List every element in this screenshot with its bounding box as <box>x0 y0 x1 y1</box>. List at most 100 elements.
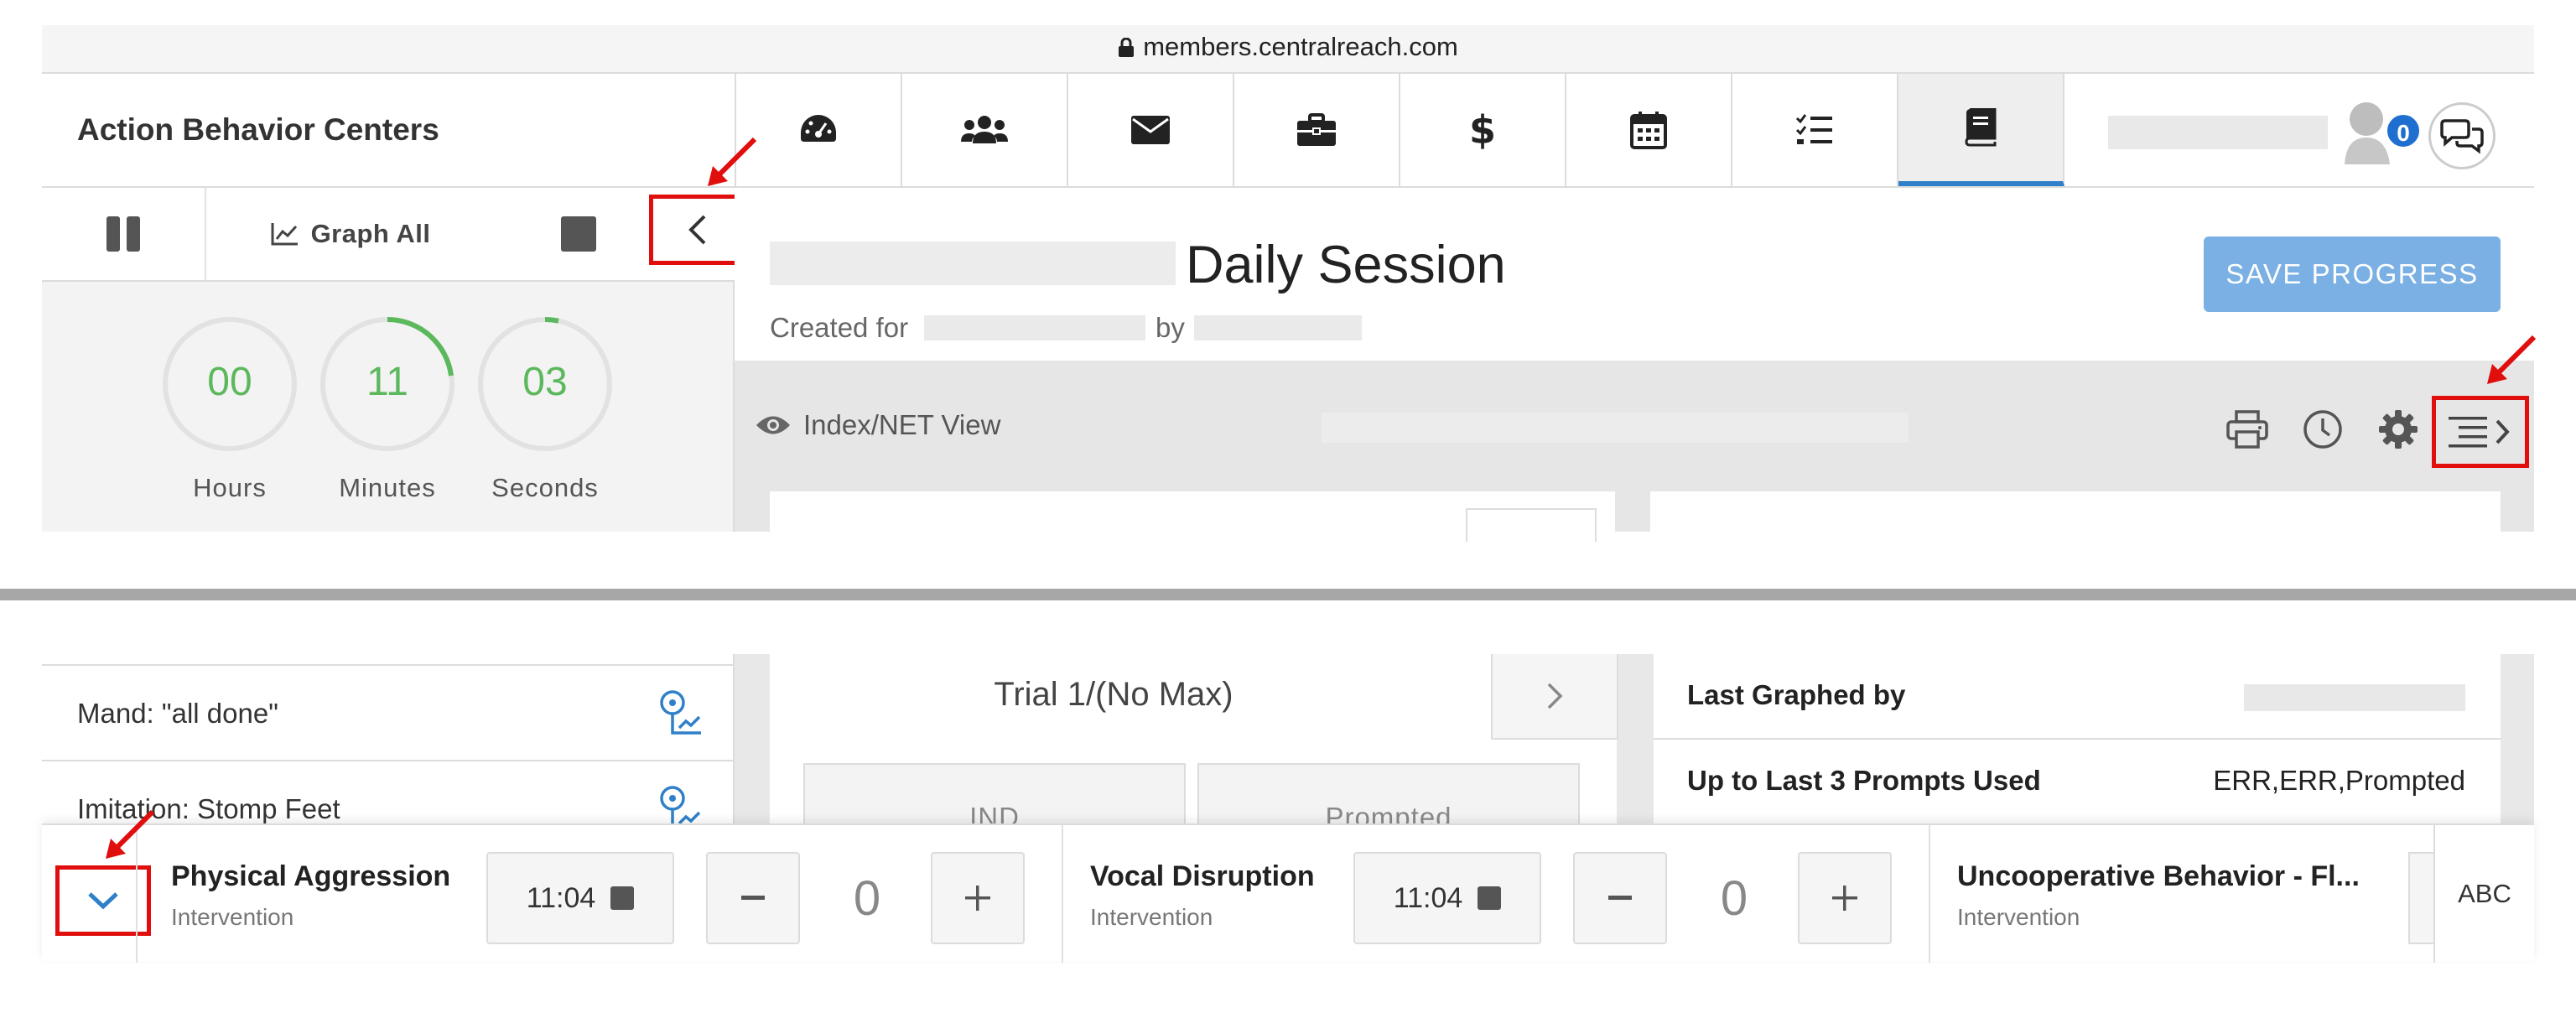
last-graphed-redacted <box>2244 684 2465 711</box>
nav-tab-billing[interactable]: $ <box>1400 74 1566 186</box>
chevron-left-icon <box>688 215 706 245</box>
behavior-type: Intervention <box>1090 904 1213 930</box>
view-mode-toggle[interactable]: Index/NET View <box>755 409 1000 441</box>
notification-badge[interactable]: 0 <box>2385 112 2422 149</box>
stop-icon <box>610 886 635 910</box>
plus-icon <box>1832 886 1857 911</box>
increment-button[interactable] <box>931 852 1025 944</box>
decrement-button[interactable] <box>706 852 800 944</box>
abc-button[interactable]: ABC <box>2433 825 2534 963</box>
info-row: Up to Last 3 Prompts Used ERR,ERR,Prompt… <box>1654 738 2501 827</box>
stop-icon <box>1478 886 1502 910</box>
stop-icon <box>561 216 596 252</box>
nav-tab-messages[interactable] <box>1068 74 1234 186</box>
behavior-count: 0 <box>1720 871 1748 926</box>
behavior-info: Vocal Disruption Intervention <box>1090 825 1342 963</box>
session-title: Daily Session <box>1186 236 1506 294</box>
behavior-timer-button[interactable]: 11:04 <box>1353 852 1541 944</box>
session-timer-panel: Graph All 00 Hours 11 Minutes 03 Seconds <box>42 188 746 532</box>
behavior-info: Physical Aggression Intervention <box>171 825 450 963</box>
hours-label: Hours <box>193 473 267 502</box>
behavior-name: Vocal Disruption <box>1090 860 1315 892</box>
clock-icon <box>2303 410 2342 449</box>
print-button[interactable] <box>2222 404 2272 455</box>
behavior-timer-button[interactable] <box>2408 852 2433 944</box>
annotation-arrow <box>2487 335 2537 384</box>
target-card-button[interactable] <box>1466 508 1597 542</box>
plus-icon <box>965 886 990 911</box>
org-title: Action Behavior Centers <box>77 112 439 147</box>
behavior-timer-button[interactable]: 11:04 <box>486 852 674 944</box>
behavior-name: Uncooperative Behavior - Fl... <box>1957 860 2360 892</box>
eye-icon <box>756 416 790 434</box>
behavior-info: Uncooperative Behavior - Fl... Intervent… <box>1957 825 2393 963</box>
seconds-label: Seconds <box>491 473 599 502</box>
timer-seconds: 03 <box>522 360 568 404</box>
main-nav: $ <box>735 74 2064 186</box>
created-for-redacted <box>924 315 1145 340</box>
trial-area: Trial 1/(No Max) IND Prompted <box>735 654 1618 844</box>
annotation-arrow <box>106 809 155 859</box>
chevron-right-icon <box>1547 683 1563 709</box>
outline-panel-toggle-button[interactable] <box>2432 396 2529 468</box>
behavior-type: Intervention <box>1957 904 2080 930</box>
divider <box>1929 825 1930 963</box>
created-for-label: Created for <box>770 312 909 343</box>
target-row[interactable]: Mand: "all done" <box>42 664 735 760</box>
minus-icon <box>1608 896 1632 900</box>
lock-icon <box>1119 38 1135 57</box>
created-by-redacted <box>1194 315 1362 340</box>
decrement-button[interactable] <box>1573 852 1667 944</box>
save-progress-button[interactable]: SAVE PROGRESS <box>2204 236 2501 312</box>
book-icon <box>1965 108 1997 147</box>
nav-tab-library[interactable] <box>1898 74 2064 186</box>
view-info-redacted <box>1322 413 1909 443</box>
info-key: Last Graphed by <box>1687 679 1906 710</box>
history-button[interactable] <box>2298 404 2348 455</box>
dashboard-icon <box>801 115 836 142</box>
dollar-icon: $ <box>1470 110 1495 150</box>
graph-all-button[interactable]: Graph All <box>206 188 495 280</box>
printer-icon <box>2226 410 2268 449</box>
increment-button[interactable] <box>1798 852 1892 944</box>
nav-tab-schedule[interactable] <box>1566 74 1732 186</box>
collapse-sidebar-button[interactable] <box>649 195 746 265</box>
nav-tab-dashboard[interactable] <box>736 74 902 186</box>
settings-button[interactable] <box>2373 404 2423 455</box>
behavior-timer: 11:04 <box>526 881 596 914</box>
outline-expand-icon <box>2449 417 2510 448</box>
behavior-timer: 11:04 <box>1393 881 1463 914</box>
minus-icon <box>741 896 765 900</box>
browser-url-bar[interactable]: members.centralreach.com <box>42 25 2534 74</box>
client-name-redacted <box>770 242 1176 285</box>
stop-button[interactable] <box>495 188 662 280</box>
graph-target-icon[interactable] <box>657 689 703 736</box>
gear-icon <box>2379 410 2418 449</box>
task-list-icon <box>1795 114 1832 144</box>
svg-text:$: $ <box>1470 110 1495 150</box>
url-display[interactable]: members.centralreach.com <box>42 32 2534 62</box>
target-label: Mand: "all done" <box>77 698 278 729</box>
target-card <box>770 491 1615 542</box>
trial-label: Trial 1/(No Max) <box>994 676 1233 713</box>
pause-button[interactable] <box>42 188 206 280</box>
screenshot-divider <box>0 589 2576 600</box>
timer-hours: 00 <box>207 360 252 404</box>
view-toolbar: Index/NET View <box>735 361 2534 542</box>
nav-tab-tasks[interactable] <box>1732 74 1898 186</box>
annotation-arrow <box>708 137 757 186</box>
chevron-down-icon <box>88 892 118 910</box>
url-text: members.centralreach.com <box>1143 32 1458 61</box>
app-header: Action Behavior Centers $ 0 <box>42 74 2534 188</box>
nav-tab-work[interactable] <box>1234 74 1400 186</box>
info-value: ERR,ERR,Prompted <box>2213 765 2465 796</box>
nav-tab-clients[interactable] <box>902 74 1068 186</box>
graph-all-label: Graph All <box>310 219 431 248</box>
behavior-count: 0 <box>853 871 881 926</box>
target-info-card <box>1650 491 2501 542</box>
timer-minutes: 11 <box>366 360 408 404</box>
users-icon <box>961 116 1008 143</box>
next-trial-button[interactable] <box>1491 654 1618 740</box>
chat-button[interactable] <box>2428 102 2496 169</box>
info-row: Last Graphed by <box>1654 654 2501 743</box>
